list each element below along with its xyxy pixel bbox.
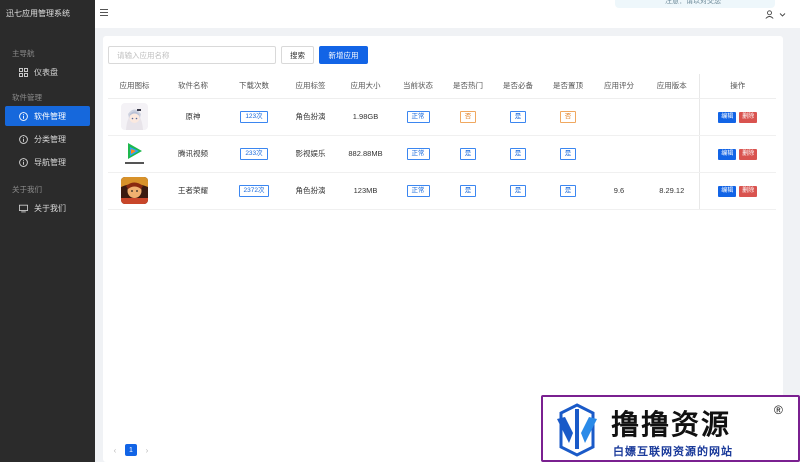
sidebar-item-dashboard[interactable]: 仪表盘 bbox=[5, 62, 90, 82]
monitor-icon bbox=[19, 204, 28, 213]
chevron-down-icon[interactable] bbox=[779, 11, 786, 18]
delete-button[interactable]: 删除 bbox=[739, 111, 758, 123]
dashboard-icon bbox=[19, 67, 28, 77]
sidebar-item-software[interactable]: 软件管理 bbox=[5, 106, 90, 126]
sidebar-item-label: 仪表盘 bbox=[34, 67, 58, 77]
status-badge: 正常 bbox=[406, 147, 430, 160]
sidebar-group-about: 关于我们 bbox=[12, 185, 42, 194]
watermark-title: 撸撸资源 bbox=[611, 408, 732, 441]
status-badge: 正常 bbox=[406, 110, 430, 123]
column-header: 操作 bbox=[698, 74, 776, 99]
sidebar-item-label: 导航管理 bbox=[34, 157, 66, 167]
genshin-app-icon bbox=[121, 103, 148, 130]
delete-button[interactable]: 删除 bbox=[739, 185, 758, 197]
app-tag: 角色扮演 bbox=[283, 98, 338, 136]
app-size: 123MB bbox=[338, 172, 393, 210]
app-tag: 影视娱乐 bbox=[283, 135, 338, 173]
watermark-subtitle: 白嫖互联网资源的网站 bbox=[613, 445, 733, 458]
sidebar-item-about[interactable]: 关于我们 bbox=[5, 198, 90, 218]
app-tag: 角色扮演 bbox=[283, 172, 338, 210]
column-header: 应用评分 bbox=[593, 74, 645, 99]
column-header: 是否置顶 bbox=[543, 74, 593, 99]
downloads-badge: 233次 bbox=[240, 147, 268, 160]
column-header: 应用图标 bbox=[108, 74, 161, 99]
top-header: 注意：请以对交您 bbox=[95, 0, 800, 28]
hot-badge: 是 bbox=[459, 184, 477, 197]
menu-toggle-icon[interactable] bbox=[100, 9, 108, 16]
search-input[interactable] bbox=[108, 46, 276, 64]
sidebar-item-label: 关于我们 bbox=[34, 203, 66, 213]
app-rating: 9.6 bbox=[593, 172, 645, 210]
app-version bbox=[645, 98, 699, 136]
essential-badge: 是 bbox=[509, 147, 527, 160]
info-icon bbox=[19, 134, 28, 144]
app-table: 应用图标 软件名称 下载次数 应用标签 应用大小 当前状态 是否热门 是否必备 … bbox=[108, 74, 776, 210]
column-header: 是否必备 bbox=[493, 74, 543, 99]
edit-button[interactable]: 编辑 bbox=[718, 111, 737, 123]
column-header: 是否热门 bbox=[443, 74, 493, 99]
hot-badge: 是 bbox=[459, 147, 477, 160]
notice-banner: 注意：请以对交您 bbox=[615, 0, 775, 8]
app-version bbox=[645, 135, 699, 173]
page-1-button[interactable]: 1 bbox=[125, 444, 137, 456]
essential-badge: 是 bbox=[509, 184, 527, 197]
info-icon bbox=[19, 157, 28, 167]
top-badge: 是 bbox=[559, 184, 577, 197]
table-row: 腾讯视频 233次 影视娱乐 882.88MB 正常 是 是 是 编辑 删除 bbox=[108, 135, 776, 173]
pagination: ‹ 1 › bbox=[110, 444, 152, 456]
column-header: 应用标签 bbox=[283, 74, 338, 99]
app-version: 8.29.12 bbox=[645, 172, 699, 210]
app-rating bbox=[593, 135, 645, 173]
column-header: 下载次数 bbox=[225, 74, 283, 99]
app-name: 原神 bbox=[161, 98, 225, 136]
delete-button[interactable]: 删除 bbox=[739, 148, 758, 160]
table-row: 原神 123次 角色扮演 1.98GB 正常 否 是 否 编辑 删除 bbox=[108, 98, 776, 136]
sidebar-item-label: 软件管理 bbox=[34, 111, 66, 121]
table-row: 王者荣耀 2372次 角色扮演 123MB 正常 是 是 是 9.6 8.29.… bbox=[108, 172, 776, 210]
sidebar-item-navigation[interactable]: 导航管理 bbox=[5, 152, 90, 172]
tencent-video-app-icon bbox=[121, 140, 148, 167]
column-header: 当前状态 bbox=[393, 74, 443, 99]
app-title: 迅七应用管理系统 bbox=[6, 9, 70, 18]
watermark-banner: 撸撸资源 ® 白嫖互联网资源的网站 bbox=[541, 395, 800, 462]
honor-of-kings-app-icon bbox=[121, 177, 148, 204]
app-name: 王者荣耀 bbox=[161, 172, 225, 210]
downloads-badge: 2372次 bbox=[238, 184, 270, 197]
sidebar-group-main: 主导航 bbox=[12, 49, 35, 58]
top-badge: 否 bbox=[559, 110, 577, 123]
table-header-row: 应用图标 软件名称 下载次数 应用标签 应用大小 当前状态 是否热门 是否必备 … bbox=[108, 74, 776, 99]
edit-button[interactable]: 编辑 bbox=[718, 148, 737, 160]
top-badge: 是 bbox=[559, 147, 577, 160]
add-app-button[interactable]: 新增应用 bbox=[319, 46, 368, 64]
sidebar-item-label: 分类管理 bbox=[34, 134, 66, 144]
next-page-button[interactable]: › bbox=[142, 445, 152, 455]
app-rating bbox=[593, 98, 645, 136]
downloads-badge: 123次 bbox=[240, 110, 268, 123]
hot-badge: 否 bbox=[459, 110, 477, 123]
status-badge: 正常 bbox=[406, 184, 430, 197]
essential-badge: 是 bbox=[509, 110, 527, 123]
app-name: 腾讯视频 bbox=[161, 135, 225, 173]
sidebar-item-category[interactable]: 分类管理 bbox=[5, 129, 90, 149]
prev-page-button[interactable]: ‹ bbox=[110, 445, 120, 455]
app-size: 882.88MB bbox=[338, 135, 393, 173]
column-header: 软件名称 bbox=[161, 74, 225, 99]
edit-button[interactable]: 编辑 bbox=[718, 185, 737, 197]
watermark-registered: ® bbox=[774, 403, 783, 417]
watermark-logo-icon bbox=[557, 403, 597, 457]
sidebar: 迅七应用管理系统 主导航 仪表盘 软件管理 软件管理 分类管理 导航管理 关于我… bbox=[0, 0, 95, 462]
sidebar-group-software: 软件管理 bbox=[12, 93, 42, 102]
app-size: 1.98GB bbox=[338, 98, 393, 136]
column-header: 应用大小 bbox=[338, 74, 393, 99]
info-icon bbox=[19, 111, 28, 121]
search-button[interactable]: 搜索 bbox=[281, 46, 314, 64]
user-icon[interactable] bbox=[765, 10, 774, 19]
column-header: 应用版本 bbox=[645, 74, 699, 99]
